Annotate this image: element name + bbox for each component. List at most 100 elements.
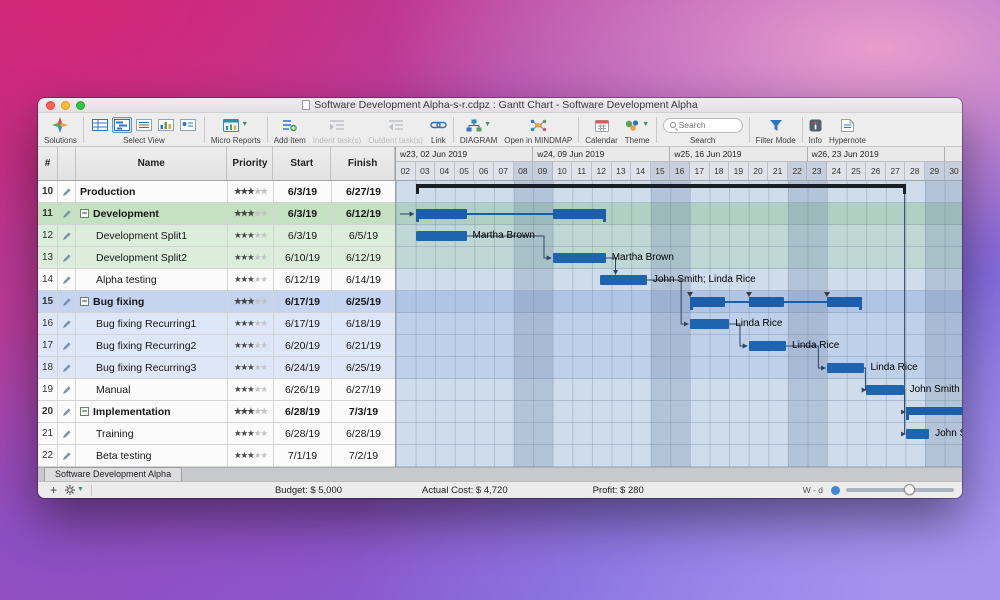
day-label: 28 bbox=[905, 162, 925, 180]
calendar-button[interactable]: Calendar bbox=[583, 114, 619, 146]
theme-button[interactable]: ▼ Theme bbox=[623, 114, 652, 146]
collapse-toggle[interactable]: − bbox=[80, 407, 89, 416]
finish-date: 6/28/19 bbox=[332, 423, 395, 444]
add-row-button[interactable]: + bbox=[46, 484, 61, 496]
search-box[interactable] bbox=[663, 118, 743, 133]
link-button[interactable]: Link bbox=[428, 114, 449, 146]
table-row-12[interactable]: 12Development Split1★★★★★6/3/196/5/19 bbox=[38, 225, 395, 247]
day-label: 09 bbox=[533, 162, 553, 180]
view-chart-icon bbox=[158, 119, 174, 131]
task-note-icon bbox=[62, 451, 71, 461]
indent-task-button[interactable]: Indent task(s) bbox=[311, 114, 363, 146]
view-button-2-selected[interactable] bbox=[112, 117, 132, 133]
summary-bar[interactable] bbox=[906, 407, 962, 415]
desktop-background: Software Development Alpha-s-r.cdpz : Ga… bbox=[0, 0, 1000, 600]
gantt-bar[interactable] bbox=[827, 363, 864, 373]
start-date: 6/10/19 bbox=[274, 247, 332, 268]
summary-bar[interactable] bbox=[416, 184, 906, 188]
task-note-icon bbox=[62, 275, 71, 285]
summary-cap bbox=[416, 209, 419, 222]
zoom-slider[interactable] bbox=[846, 488, 954, 492]
table-row-21[interactable]: 21Training★★★★★6/28/196/28/19 bbox=[38, 423, 395, 445]
budget-value: Budget: $ 5,000 bbox=[275, 485, 342, 496]
gantt-bar[interactable] bbox=[553, 253, 606, 263]
table-row-17[interactable]: 17Bug fixing Recurring2★★★★★6/20/196/21/… bbox=[38, 335, 395, 357]
start-date: 6/3/19 bbox=[274, 181, 332, 202]
hypernote-button[interactable]: Hypernote bbox=[827, 114, 868, 146]
add-item-button[interactable]: Add Item bbox=[272, 114, 308, 146]
gantt-bar-label: Martha Brown bbox=[612, 252, 674, 263]
table-row-19[interactable]: 19Manual★★★★★6/26/196/27/19 bbox=[38, 379, 395, 401]
gantt-bar[interactable] bbox=[690, 319, 729, 329]
gantt-bar[interactable] bbox=[906, 429, 930, 439]
task-name: Development Split2 bbox=[76, 247, 228, 268]
table-row-11[interactable]: 11−Development★★★★★6/3/196/12/19 bbox=[38, 203, 395, 225]
zoom-button[interactable] bbox=[76, 101, 85, 110]
close-button[interactable] bbox=[46, 101, 55, 110]
info-button[interactable]: Info bbox=[807, 114, 824, 146]
start-date: 6/3/19 bbox=[274, 203, 332, 224]
profit-value: Profit: $ 280 bbox=[593, 485, 644, 496]
zoom-slider-thumb[interactable] bbox=[904, 484, 915, 495]
day-label: 05 bbox=[455, 162, 475, 180]
task-note-icon bbox=[62, 429, 71, 439]
table-row-15[interactable]: 15−Bug fixing★★★★★6/17/196/25/19 bbox=[38, 291, 395, 313]
task-note-icon bbox=[62, 363, 71, 373]
gantt-bar-segment[interactable] bbox=[690, 297, 725, 307]
zoom-icon[interactable] bbox=[831, 486, 840, 495]
finish-date: 6/14/19 bbox=[332, 269, 395, 290]
table-row-10[interactable]: 10Production★★★★★6/3/196/27/19 bbox=[38, 181, 395, 203]
header-icon[interactable] bbox=[58, 147, 76, 180]
toolbar-separator bbox=[749, 117, 750, 143]
header-finish[interactable]: Finish bbox=[331, 147, 395, 180]
finish-date: 6/18/19 bbox=[332, 313, 395, 334]
table-row-20[interactable]: 20−Implementation★★★★★6/28/197/3/19 bbox=[38, 401, 395, 423]
gantt-bar-segment[interactable] bbox=[827, 297, 862, 307]
header-name[interactable]: Name bbox=[76, 147, 228, 180]
day-label: 16 bbox=[670, 162, 690, 180]
diagram-button[interactable]: ▼ DIAGRAM bbox=[458, 114, 499, 146]
week-label: w24, 09 Jun 2019 bbox=[533, 147, 670, 161]
gantt-bar[interactable] bbox=[866, 385, 903, 395]
search-input[interactable] bbox=[679, 120, 736, 130]
filter-mode-button[interactable]: Filter Mode bbox=[754, 114, 798, 146]
gantt-bar-segment[interactable] bbox=[416, 209, 467, 219]
table-row-13[interactable]: 13Development Split2★★★★★6/10/196/12/19 bbox=[38, 247, 395, 269]
gantt-bar[interactable] bbox=[416, 231, 467, 241]
collapse-toggle[interactable]: − bbox=[80, 209, 89, 218]
header-start[interactable]: Start bbox=[273, 147, 331, 180]
table-row-22[interactable]: 22Beta testing★★★★★7/1/197/2/19 bbox=[38, 445, 395, 467]
solutions-button[interactable]: Solutions bbox=[42, 114, 79, 146]
priority-stars: ★★★★★ bbox=[228, 247, 274, 268]
minimize-button[interactable] bbox=[61, 101, 70, 110]
sheet-tab[interactable]: Software Development Alpha bbox=[44, 467, 182, 481]
header-priority[interactable]: Priority bbox=[227, 147, 273, 180]
header-number[interactable]: # bbox=[38, 147, 58, 180]
table-row-16[interactable]: 16Bug fixing Recurring1★★★★★6/17/196/18/… bbox=[38, 313, 395, 335]
gantt-bar-segment[interactable] bbox=[749, 297, 784, 307]
gantt-bar-segment[interactable] bbox=[553, 209, 606, 219]
titlebar[interactable]: Software Development Alpha-s-r.cdpz : Ga… bbox=[38, 98, 962, 113]
open-in-mindmap-button[interactable]: Open in MINDMAP bbox=[502, 114, 574, 146]
view-button-3[interactable] bbox=[134, 117, 154, 133]
sheet-tab-bar: Software Development Alpha bbox=[38, 467, 962, 481]
task-name: −Development bbox=[76, 203, 228, 224]
gantt-body: Martha BrownMartha BrownJohn Smith; Lind… bbox=[396, 181, 962, 467]
view-button-1[interactable] bbox=[90, 117, 110, 133]
chevron-down-icon: ▼ bbox=[241, 121, 248, 129]
settings-button[interactable]: ▼ bbox=[61, 485, 88, 495]
outdent-task-button[interactable]: Outdent task(s) bbox=[366, 114, 425, 146]
gantt-bar[interactable] bbox=[749, 341, 786, 351]
row-number: 22 bbox=[38, 445, 58, 466]
view-button-4[interactable] bbox=[156, 117, 176, 133]
micro-reports-button[interactable]: ▼ Micro Reports bbox=[209, 114, 263, 146]
task-note-icon bbox=[62, 187, 71, 197]
view-button-5[interactable] bbox=[178, 117, 198, 133]
priority-stars: ★★★★★ bbox=[228, 291, 274, 312]
view-resource-icon bbox=[180, 119, 196, 131]
collapse-toggle[interactable]: − bbox=[80, 297, 89, 306]
table-row-18[interactable]: 18Bug fixing Recurring3★★★★★6/24/196/25/… bbox=[38, 357, 395, 379]
gantt-bar[interactable] bbox=[600, 275, 647, 285]
table-row-14[interactable]: 14Alpha testing★★★★★6/12/196/14/19 bbox=[38, 269, 395, 291]
outdent-icon bbox=[388, 119, 404, 131]
